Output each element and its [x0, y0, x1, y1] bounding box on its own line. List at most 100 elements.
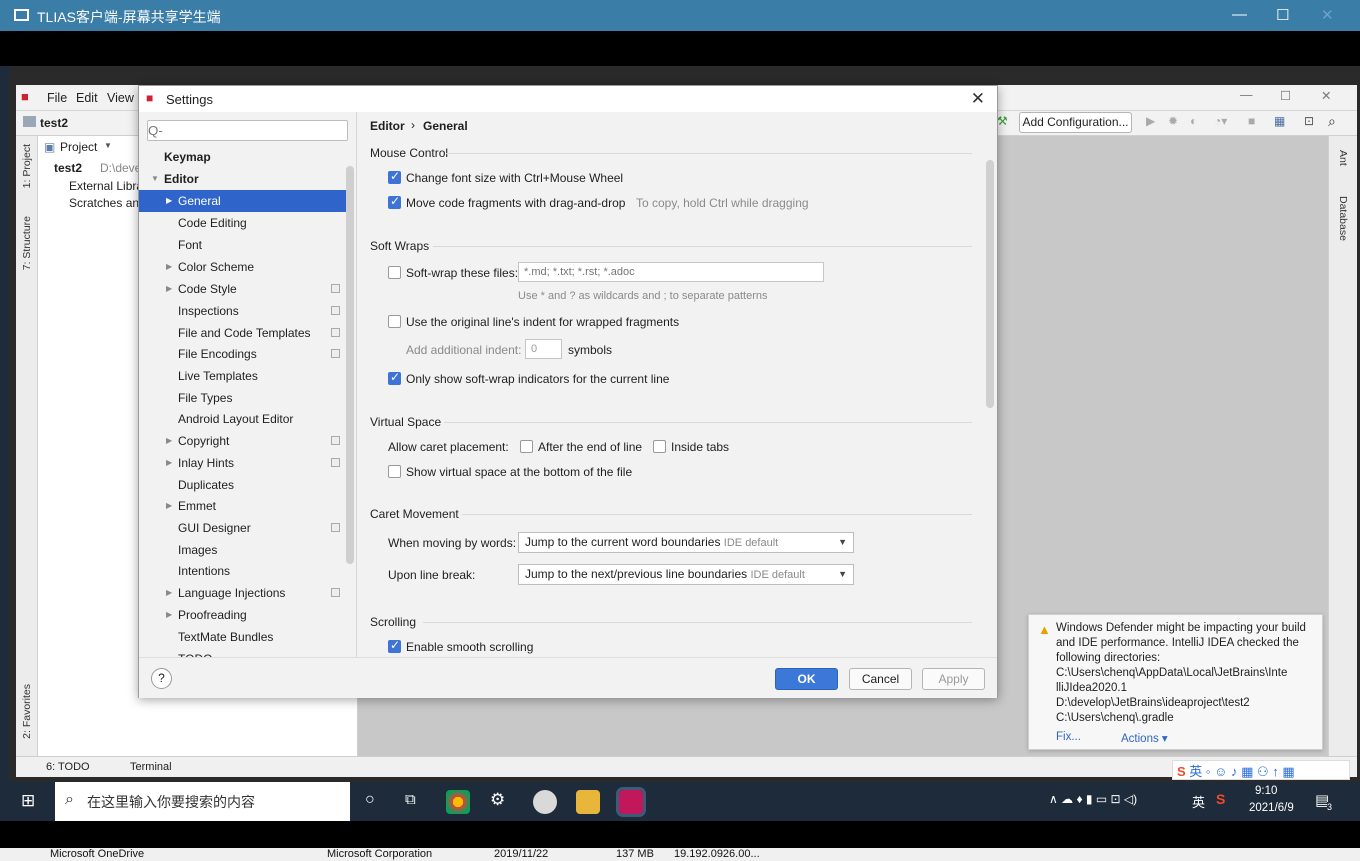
bg-cell: 2019/11/22 — [494, 848, 549, 860]
build-icon[interactable]: ⚒ — [997, 114, 1008, 128]
drag-drop-checkbox[interactable] — [388, 194, 401, 209]
nav-intentions[interactable]: Intentions — [139, 560, 349, 582]
nav-code-style[interactable]: ▶ Code Style — [139, 278, 349, 300]
nav-todo[interactable]: TODO — [139, 648, 349, 657]
tool-tab-todo[interactable]: 6: TODO — [46, 761, 90, 773]
task-view-icon[interactable]: ⧉ — [405, 791, 416, 808]
nav-scrollbar[interactable] — [346, 166, 354, 564]
fix-link[interactable]: Fix... — [1056, 731, 1081, 743]
smooth-scroll-checkbox[interactable] — [388, 638, 401, 653]
clock-date[interactable]: 2021/6/9 — [1249, 802, 1294, 814]
menu-edit[interactable]: Edit — [76, 91, 98, 105]
tool-tab-database[interactable]: Database — [1337, 196, 1349, 241]
section-scrolling: Scrolling — [370, 615, 417, 629]
window-icon — [14, 9, 29, 21]
nav-file-types[interactable]: File Types — [139, 387, 349, 409]
nav-inspections[interactable]: Inspections — [139, 300, 349, 322]
nav-textmate-bundles[interactable]: TextMate Bundles — [139, 626, 349, 648]
settings-search-input[interactable] — [147, 120, 348, 141]
tree-item-external-libraries[interactable]: External Libra — [69, 179, 143, 193]
tool-tab-structure[interactable]: 7: Structure — [21, 216, 33, 270]
tree-item-test2[interactable]: test2 — [54, 161, 82, 175]
nav-proofreading[interactable]: ▶ Proofreading — [139, 604, 349, 626]
nav-copyright[interactable]: ▶ Copyright — [139, 430, 349, 452]
nav-color-scheme[interactable]: ▶ Color Scheme — [139, 256, 349, 278]
content-scrollbar[interactable] — [986, 160, 994, 408]
ime-indicator[interactable]: 英 — [1192, 792, 1205, 811]
ide-maximize-button[interactable]: ☐ — [1280, 88, 1291, 103]
chevron-down-icon[interactable]: ▼ — [104, 141, 112, 150]
cancel-button[interactable]: Cancel — [849, 668, 912, 690]
project-breadcrumb[interactable]: test2 — [40, 116, 68, 130]
original-indent-checkbox[interactable] — [388, 315, 401, 328]
ime-toolbar[interactable]: S 英 ◦ ☺ ♪ ▦ ⚇ ↑ ▦ — [1172, 760, 1350, 780]
tool-tab-project[interactable]: 1: Project — [21, 144, 33, 188]
search-everywhere-icon[interactable]: ⌕ — [1328, 113, 1336, 130]
help-button[interactable]: ? — [151, 668, 172, 689]
tool-tab-ant[interactable]: Ant — [1337, 150, 1349, 166]
app-circle-icon[interactable] — [533, 790, 557, 814]
after-end-checkbox[interactable] — [520, 440, 533, 453]
virtual-bottom-checkbox[interactable] — [388, 465, 401, 478]
soft-wrap-files-checkbox[interactable] — [388, 266, 401, 279]
file-explorer-icon[interactable] — [576, 790, 600, 814]
ide-close-button[interactable]: ✕ — [1321, 88, 1331, 103]
coverage-icon[interactable]: ◐ — [1190, 114, 1197, 128]
windows-start-icon[interactable]: ⊞ — [21, 791, 35, 811]
sogou-icon[interactable]: S — [1216, 791, 1225, 807]
nav-font[interactable]: Font — [139, 234, 349, 256]
project-structure-icon[interactable]: ▦ — [1274, 114, 1285, 128]
nav-general[interactable]: ▶ General — [139, 190, 349, 212]
dialog-close-icon[interactable]: ✕ — [971, 89, 985, 109]
intellij-taskbar-icon[interactable] — [616, 787, 646, 817]
nav-file-encodings[interactable]: File Encodings — [139, 343, 349, 365]
cortana-icon[interactable]: ○ — [365, 791, 375, 809]
settings-gear-icon[interactable]: ⚙ — [490, 790, 505, 810]
line-break-select[interactable]: Jump to the next/previous line boundarie… — [518, 564, 854, 585]
moving-words-select[interactable]: Jump to the current word boundaries IDE … — [518, 532, 854, 553]
tool-tab-terminal[interactable]: Terminal — [130, 761, 172, 773]
profile-icon[interactable]: ◔▾ — [1214, 114, 1227, 128]
soft-wrap-patterns-input[interactable] — [518, 262, 824, 282]
nav-duplicates[interactable]: Duplicates — [139, 474, 349, 496]
nav-images[interactable]: Images — [139, 539, 349, 561]
debug-icon[interactable]: ✹ — [1168, 114, 1178, 128]
nav-emmet[interactable]: ▶ Emmet — [139, 495, 349, 517]
menu-file[interactable]: File — [47, 91, 67, 105]
inside-tabs-checkbox[interactable] — [653, 440, 666, 453]
nav-code-editing[interactable]: Code Editing — [139, 212, 349, 234]
ok-button[interactable]: OK — [775, 668, 838, 690]
chrome-icon[interactable] — [446, 790, 470, 814]
add-configuration-button[interactable]: Add Configuration... — [1019, 112, 1132, 133]
terminal-icon[interactable]: ⊡ — [1304, 114, 1314, 128]
menu-view[interactable]: View — [107, 91, 134, 105]
nav-editor[interactable]: ▼ Editor — [139, 168, 349, 190]
additional-indent-input[interactable]: 0 — [525, 339, 562, 359]
stop-icon[interactable]: ■ — [1248, 114, 1255, 128]
tool-tab-favorites[interactable]: 2: Favorites — [21, 684, 33, 739]
tray-icons[interactable]: ∧ ☁ ♦ ▮ ▭ ⊡ ◁) — [1049, 792, 1137, 806]
breadcrumb-editor[interactable]: Editor — [370, 119, 405, 133]
nav-keymap[interactable]: Keymap — [139, 146, 349, 168]
nav-file-code-templates[interactable]: File and Code Templates — [139, 322, 349, 344]
nav-language-injections[interactable]: ▶ Language Injections — [139, 582, 349, 604]
maximize-button[interactable]: ☐ — [1276, 6, 1289, 24]
soft-indicators-checkbox[interactable] — [388, 370, 401, 385]
chevron-down-icon: ▼ — [838, 569, 847, 579]
tree-item-scratches[interactable]: Scratches anc — [69, 196, 145, 210]
nav-android-layout-editor[interactable]: Android Layout Editor — [139, 408, 349, 430]
close-button[interactable]: ✕ — [1321, 6, 1334, 24]
clock-time[interactable]: 9:10 — [1255, 785, 1277, 797]
taskbar-search-box[interactable]: ⌕ 在这里输入你要搜索的内容 — [55, 782, 350, 821]
apply-button[interactable]: Apply — [922, 668, 985, 690]
project-panel-title[interactable]: Project — [60, 140, 97, 154]
run-icon[interactable]: ▶ — [1146, 114, 1155, 128]
nav-inlay-hints[interactable]: ▶ Inlay Hints — [139, 452, 349, 474]
ide-minimize-button[interactable]: — — [1240, 88, 1253, 102]
actions-link[interactable]: Actions ▾ — [1121, 731, 1168, 745]
soft-wrap-files-label: Soft-wrap these files: — [406, 266, 519, 280]
minimize-button[interactable]: — — [1232, 6, 1247, 23]
nav-live-templates[interactable]: Live Templates — [139, 365, 349, 387]
font-wheel-checkbox[interactable] — [388, 169, 401, 184]
nav-gui-designer[interactable]: GUI Designer — [139, 517, 349, 539]
